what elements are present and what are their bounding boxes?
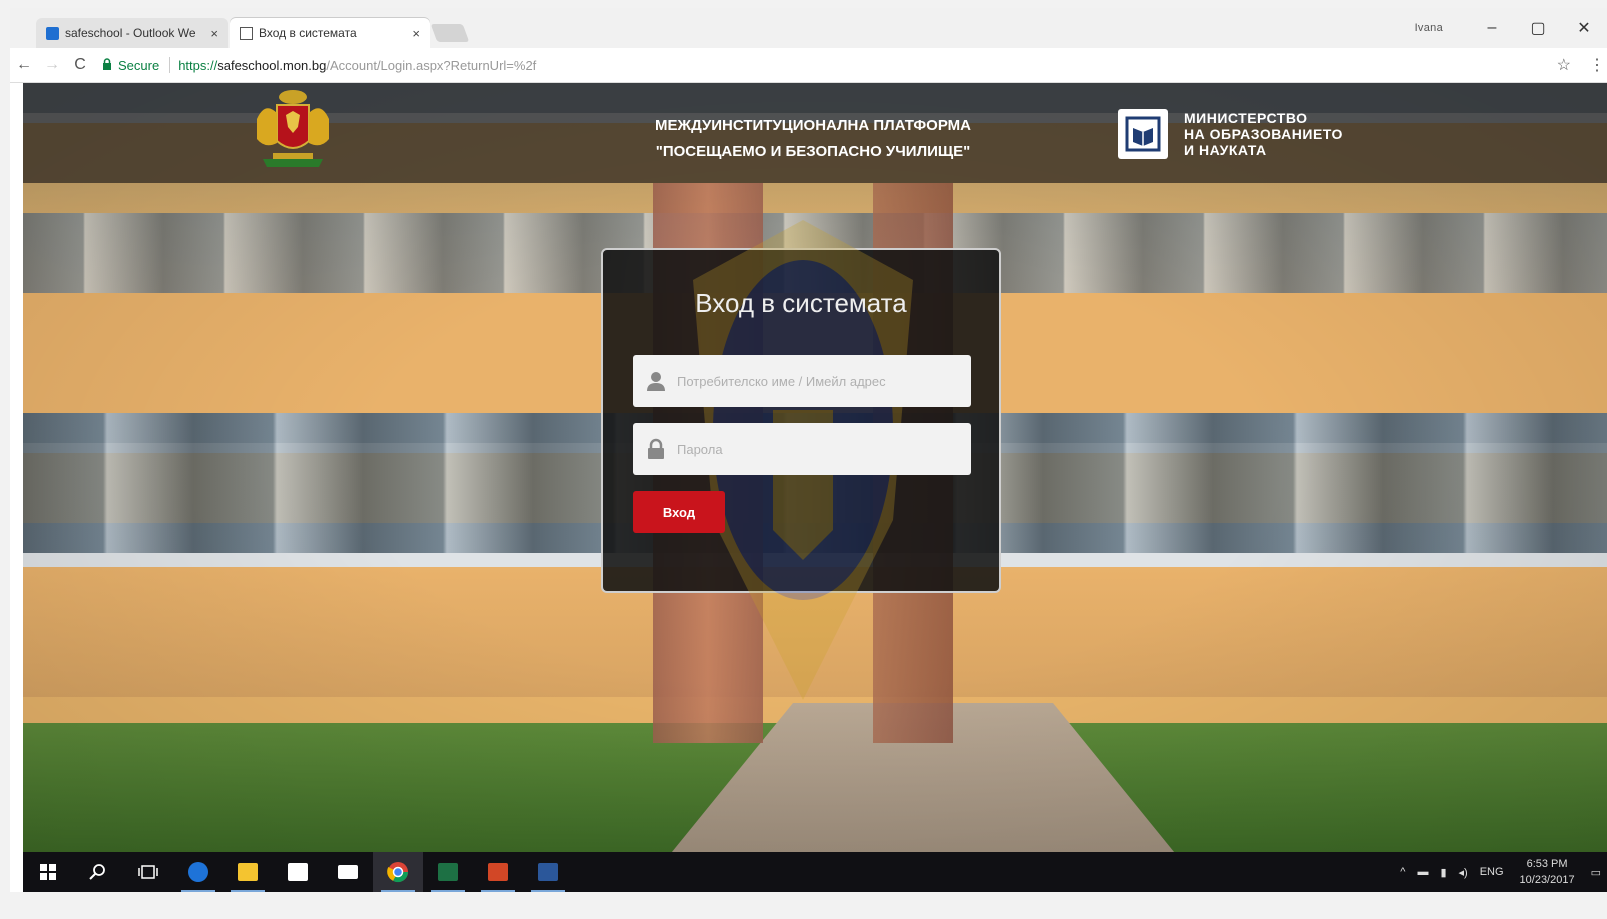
- close-window-button[interactable]: ✕: [1561, 18, 1607, 38]
- profile-name[interactable]: Ivana: [1415, 22, 1443, 34]
- lock-icon: [102, 57, 112, 73]
- ministry-name-line1: МИНИСТЕРСТВО: [1184, 110, 1308, 126]
- clock-time: 6:53 PM: [1526, 858, 1568, 870]
- username-field[interactable]: [633, 355, 971, 407]
- store-icon[interactable]: [273, 852, 323, 892]
- ministry-logo: МИНИСТЕРСТВО НА ОБРАЗОВАНИЕТО И НАУКАТА: [1118, 109, 1343, 159]
- task-view-icon[interactable]: [123, 852, 173, 892]
- window-controls: Ivana – ▢ ✕: [1415, 8, 1607, 48]
- ministry-name-line3: И НАУКАТА: [1184, 142, 1267, 158]
- login-button[interactable]: Вход: [633, 491, 725, 533]
- outlook-icon: [46, 26, 59, 40]
- minimize-button[interactable]: –: [1469, 19, 1515, 37]
- windows-taskbar: ^ ▬ ▮ ◂) ENG 6:53 PM 10/23/2017 ▭: [23, 852, 1607, 892]
- forward-button[interactable]: →: [38, 56, 66, 74]
- tab-close-icon[interactable]: ×: [210, 26, 218, 41]
- password-input[interactable]: [675, 440, 959, 458]
- edge-icon[interactable]: [173, 852, 223, 892]
- platform-title-line1: МЕЖДУИНСТИТУЦИОНАЛНА ПЛАТФОРМА: [655, 117, 971, 134]
- start-icon[interactable]: [23, 852, 73, 892]
- address-bar[interactable]: Secure https:// safeschool.mon.bg /Accou…: [102, 52, 1579, 78]
- login-panel: Вход в системата Вход: [601, 220, 1001, 700]
- url-scheme: https://: [178, 57, 218, 73]
- battery-icon[interactable]: ▮: [1440, 866, 1446, 879]
- address-divider: [169, 57, 171, 73]
- platform-title-line2: "ПОСЕЩАЕМО И БЕЗОПАСНО УЧИЛИЩЕ": [655, 143, 971, 160]
- username-input[interactable]: [675, 372, 959, 390]
- tab-title: safeschool - Outlook We: [65, 26, 196, 40]
- platform-title: МЕЖДУИНСТИТУЦИОНАЛНА ПЛАТФОРМА "ПОСЕЩАЕМ…: [623, 113, 1003, 165]
- ministry-name-line2: НА ОБРАЗОВАНИЕТО: [1184, 126, 1343, 142]
- tab-login[interactable]: Вход в системата ×: [230, 18, 430, 48]
- tab-title: Вход в системата: [259, 26, 357, 40]
- network-icon[interactable]: ▬: [1417, 866, 1428, 878]
- word-icon[interactable]: [523, 852, 573, 892]
- coat-of-arms-logo: [243, 89, 343, 177]
- password-field[interactable]: [633, 423, 971, 475]
- tab-outlook[interactable]: safeschool - Outlook We ×: [36, 18, 228, 48]
- back-button[interactable]: ←: [10, 56, 38, 74]
- language-indicator[interactable]: ENG: [1480, 866, 1504, 878]
- bookmark-star-icon[interactable]: ☆: [1557, 55, 1571, 75]
- powerpoint-icon[interactable]: [473, 852, 523, 892]
- mail-icon[interactable]: [323, 852, 373, 892]
- user-icon: [645, 370, 667, 392]
- new-tab-button[interactable]: [430, 24, 470, 42]
- screen: safeschool - Outlook We × Вход в система…: [10, 8, 1607, 892]
- browser-toolbar: ← → C Secure https:// safeschool.mon.bg …: [10, 48, 1607, 83]
- maximize-button[interactable]: ▢: [1515, 18, 1561, 38]
- browser-tabstrip: safeschool - Outlook We × Вход в система…: [10, 8, 1607, 48]
- clock-date: 10/23/2017: [1519, 874, 1575, 886]
- lock-icon: [645, 438, 667, 460]
- url-host: safeschool.mon.bg: [217, 57, 327, 73]
- search-icon[interactable]: [73, 852, 123, 892]
- excel-icon[interactable]: [423, 852, 473, 892]
- notifications-icon[interactable]: ▭: [1591, 866, 1601, 879]
- tab-close-icon[interactable]: ×: [412, 26, 420, 41]
- browser-menu-icon[interactable]: ⋮: [1587, 55, 1607, 75]
- tray-chevron-icon[interactable]: ^: [1400, 866, 1405, 878]
- reload-button[interactable]: C: [66, 56, 94, 74]
- clock[interactable]: 6:53 PM 10/23/2017: [1520, 856, 1575, 888]
- site-header: МЕЖДУИНСТИТУЦИОНАЛНА ПЛАТФОРМА "ПОСЕЩАЕМ…: [23, 83, 1607, 183]
- chrome-icon[interactable]: [373, 852, 423, 892]
- url-path: /Account/Login.aspx?ReturnUrl=%2f: [326, 57, 537, 73]
- ministry-name: МИНИСТЕРСТВО НА ОБРАЗОВАНИЕТО И НАУКАТА: [1184, 110, 1343, 158]
- ministry-book-icon: [1118, 109, 1168, 159]
- volume-icon[interactable]: ◂): [1459, 866, 1468, 879]
- secure-label: Secure: [118, 57, 160, 73]
- page-icon: [240, 26, 253, 40]
- file-explorer-icon[interactable]: [223, 852, 273, 892]
- login-title: Вход в системата: [695, 288, 907, 318]
- page-background: МЕЖДУИНСТИТУЦИОНАЛНА ПЛАТФОРМА "ПОСЕЩАЕМ…: [23, 83, 1607, 852]
- system-tray: ^ ▬ ▮ ◂) ENG 6:53 PM 10/23/2017 ▭: [1394, 856, 1607, 888]
